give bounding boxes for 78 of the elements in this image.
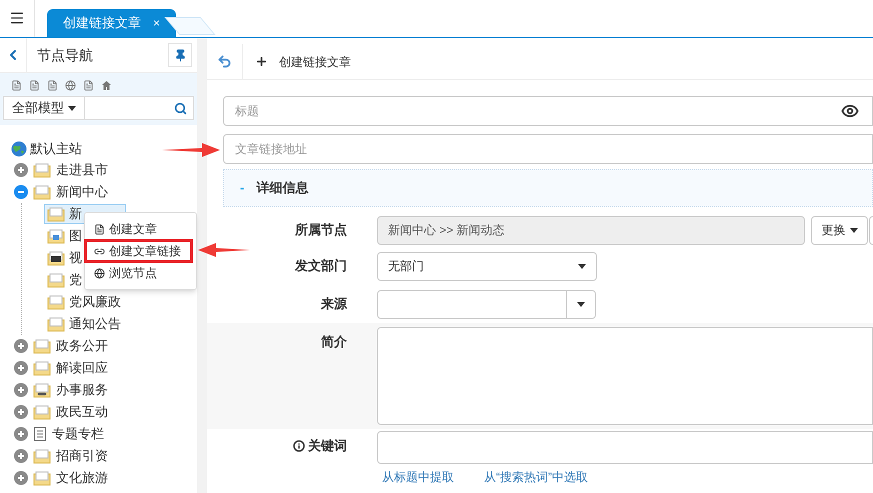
plus-icon[interactable]: [255, 55, 268, 68]
folder-icon: [47, 272, 65, 288]
tree-item[interactable]: 走进县市: [56, 160, 108, 180]
caret-icon: [850, 228, 858, 232]
tree-item[interactable]: 通知公告: [44, 314, 124, 334]
tree-item[interactable]: 新闻中心: [56, 182, 108, 202]
menu-item[interactable]: 创建文章链接: [85, 240, 192, 262]
image-folder-icon: [47, 228, 65, 244]
eye-icon[interactable]: [841, 102, 859, 120]
tree-item[interactable]: 办事服务: [56, 380, 108, 400]
folder-icon: [33, 338, 51, 354]
sidebar-title: 节点导航: [37, 46, 94, 64]
link[interactable]: 从标题中提取: [382, 468, 454, 486]
globe-icon: [94, 268, 105, 278]
folder-icon: [33, 448, 51, 464]
tree-item[interactable]: 党: [44, 270, 85, 290]
globe-icon: [11, 141, 27, 157]
field-label: 所属节点: [295, 221, 347, 240]
caret-icon: [577, 302, 585, 306]
expand-icon[interactable]: [14, 361, 28, 375]
field-label: 关键词: [308, 437, 347, 456]
collapse-icon[interactable]: [14, 185, 28, 199]
field-label: 来源: [321, 295, 347, 314]
folder-icon: [47, 316, 65, 332]
folder-icon: [33, 184, 51, 200]
home-icon[interactable]: [101, 80, 112, 91]
tree-item[interactable]: 文化旅游: [56, 468, 108, 488]
summary-field[interactable]: [377, 327, 873, 425]
tree-item[interactable]: 党风廉政: [44, 292, 124, 312]
document-icon: [94, 224, 105, 234]
section-header[interactable]: - 详细信息: [223, 169, 873, 207]
folder-icon: [33, 162, 51, 178]
department-select[interactable]: 无部门: [377, 252, 597, 280]
tree-item[interactable]: 图: [44, 226, 85, 246]
keywords-field[interactable]: [377, 431, 873, 464]
expand-icon[interactable]: [14, 163, 28, 177]
toolbar-title: 创建链接文章: [279, 54, 351, 70]
document-icon: [33, 426, 47, 442]
change-button[interactable]: 更换: [811, 216, 868, 244]
menu-icon[interactable]: [9, 10, 25, 26]
field-label: 发文部门: [295, 257, 347, 276]
title-field[interactable]: 标题: [223, 96, 873, 126]
expand-icon[interactable]: [14, 471, 28, 485]
tree-item[interactable]: 视: [44, 248, 85, 268]
splitter[interactable]: [197, 38, 207, 493]
tree-item[interactable]: 默认主站: [30, 139, 82, 159]
link-address-field[interactable]: 文章链接地址: [223, 134, 873, 164]
info-icon: [293, 440, 305, 452]
folder-icon: [33, 470, 51, 486]
section-title: 详细信息: [256, 179, 308, 198]
link[interactable]: 从“搜索热词”中选取: [484, 468, 588, 486]
expand-icon[interactable]: [14, 449, 28, 463]
document-icon[interactable]: [83, 80, 94, 91]
tree-item[interactable]: 政务公开: [56, 336, 108, 356]
globe-icon[interactable]: [65, 80, 76, 91]
pin-icon: [174, 48, 186, 62]
expand-icon[interactable]: [14, 339, 28, 353]
link-folder-icon: [33, 382, 51, 398]
folder-icon: [47, 206, 65, 222]
pin-button[interactable]: [168, 43, 192, 67]
node-field: 新闻中心 >> 新闻动态: [377, 216, 805, 244]
tree-item[interactable]: 招商引资: [56, 446, 108, 466]
caret-icon: [578, 264, 586, 268]
folder-icon: [33, 404, 51, 420]
expand-icon[interactable]: [14, 405, 28, 419]
back-icon[interactable]: [217, 54, 232, 69]
folder-icon: [47, 294, 65, 310]
menu-item[interactable]: 浏览节点: [85, 262, 196, 284]
tree-item[interactable]: 解读回应: [56, 358, 108, 378]
expand-icon[interactable]: [14, 427, 28, 441]
tab[interactable]: 创建链接文章 ×: [47, 9, 176, 37]
expand-icon[interactable]: [14, 383, 28, 397]
tree-item[interactable]: 政民互动: [56, 402, 108, 422]
folder-icon: [33, 360, 51, 376]
film-folder-icon: [47, 250, 65, 266]
tree-item[interactable]: 专题专栏: [52, 424, 104, 444]
close-button[interactable]: ×: [153, 14, 160, 32]
field-label: 简介: [321, 333, 347, 352]
